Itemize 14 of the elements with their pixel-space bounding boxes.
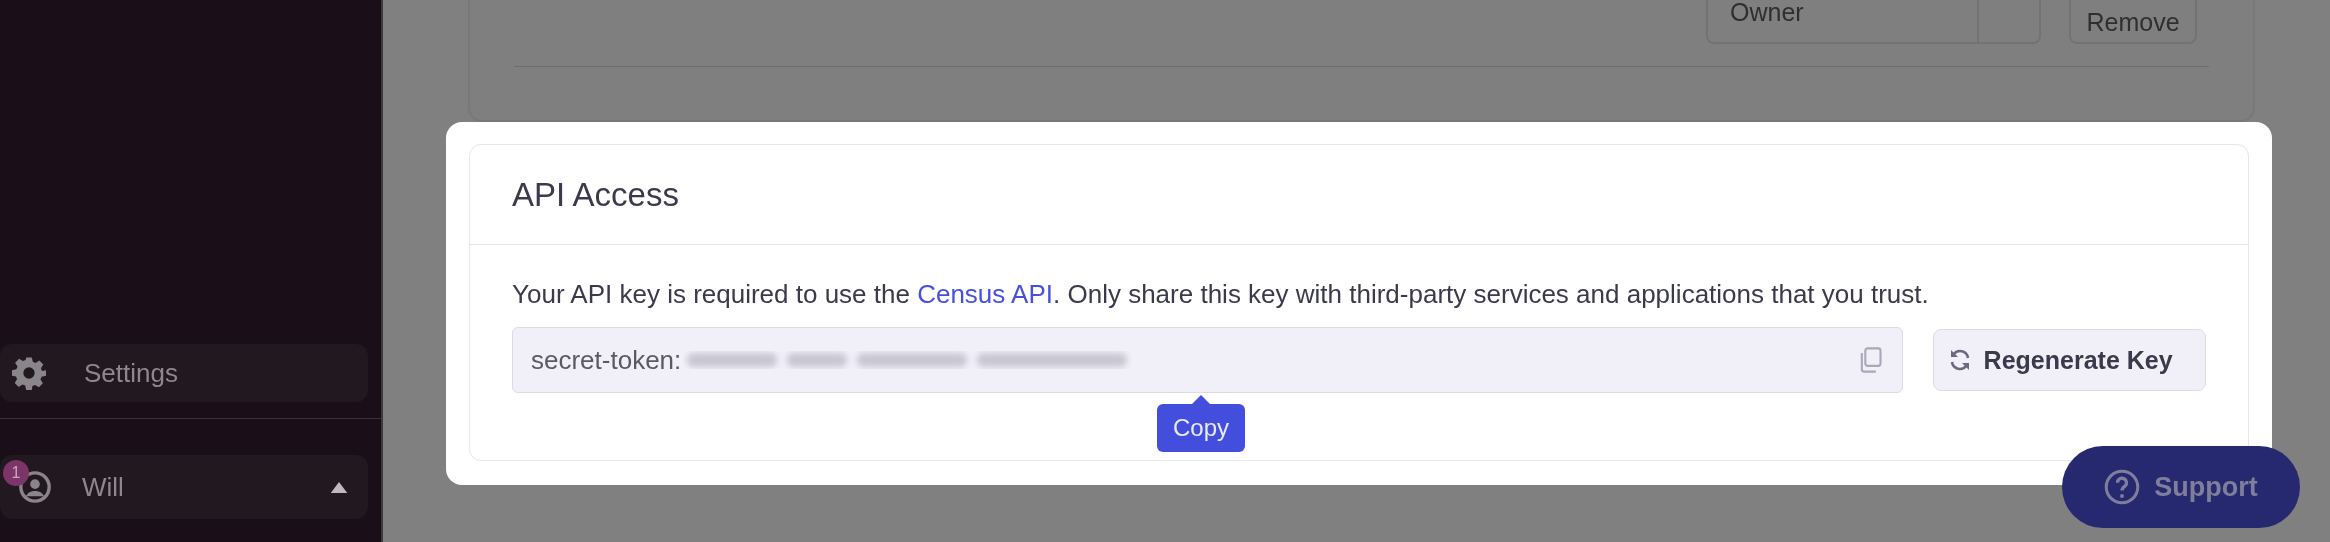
regenerate-key-button[interactable]: Regenerate Key (1932, 329, 2206, 391)
card-title: API Access (512, 175, 679, 214)
support-button[interactable]: Support (2062, 446, 2300, 528)
sidebar-item[interactable]: Settings (0, 344, 368, 402)
description-text: Your API key is required to use the Census API. Only share this key with third-party services and applications that you trust. (512, 279, 1930, 310)
copy-tooltip: Copy (1157, 395, 1246, 452)
user-icon (18, 470, 52, 504)
notification-badge: 1 (3, 460, 29, 486)
role-select[interactable]: Owner (1706, 0, 2041, 44)
remove-button[interactable]: Remove (2069, 0, 2197, 44)
settings-icon (12, 356, 46, 390)
help-icon (2104, 469, 2141, 505)
census-api-link[interactable]: Census API (917, 279, 1054, 309)
user-menu[interactable]: 1 Will (0, 455, 368, 519)
